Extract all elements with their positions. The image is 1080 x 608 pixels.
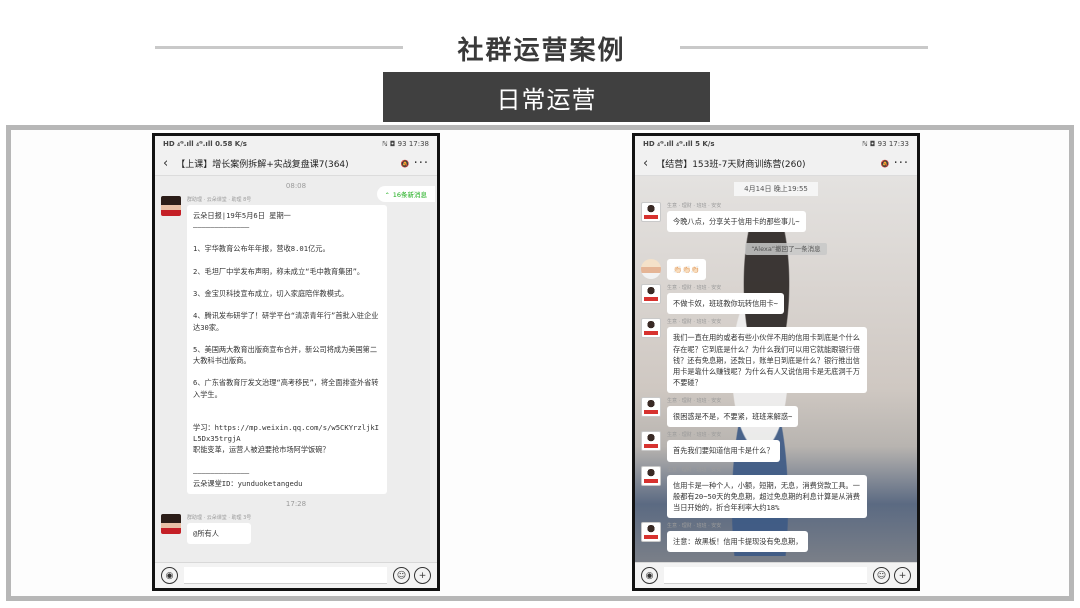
recall-notice-text: “Alexa”撤回了一条消息 xyxy=(745,243,827,256)
chat-message: 生意 · 理财 · 班班 · 安安 我们一直在用的或者有些小伙伴不用的信用卡到底… xyxy=(641,318,911,394)
chat-header: ‹ 【上课】增长案例拆解+实战复盘课7(364) 🔕 ··· xyxy=(155,152,437,176)
sender-name: 生意 · 理财 · 班班 · 安安 xyxy=(667,523,722,530)
avatar[interactable] xyxy=(641,522,661,543)
more-menu-icon[interactable]: ··· xyxy=(894,156,909,171)
new-messages-label: 16条新消息 xyxy=(392,191,427,199)
avatar[interactable] xyxy=(641,465,661,486)
phone-screenshot-left: HD ₄ᴳ.ıll ₄ᴳ.ıll 0.58 K/s ℕ ◘ 93 17:38 ‹… xyxy=(152,133,440,591)
chat-message: 生意 · 理财 · 班班 · 安安 首先我们要知道信用卡是什么？ xyxy=(641,431,911,462)
message-bubble[interactable]: 今晚八点，分享关于信用卡的那些事儿~ xyxy=(667,211,806,233)
message-bubble[interactable]: 云朵日报|19年5月6日 星期一 ————————————— 1、宇华教育公布年… xyxy=(187,205,387,494)
chat-body[interactable]: 08:08 群助理 · 云朵课堂 · 助理 8号 云朵日报|19年5月6日 星期… xyxy=(155,176,437,562)
avatar[interactable] xyxy=(161,513,181,534)
plus-icon[interactable]: + xyxy=(414,567,431,584)
avatar[interactable] xyxy=(641,202,661,222)
input-bar: ◉ ☺ + xyxy=(635,562,917,588)
time-pill: 4月14日 晚上19:55 xyxy=(734,182,818,196)
double-up-arrow-icon: ⌃ xyxy=(384,192,390,199)
status-bar: HD ₄ᴳ.ıll ₄ᴳ.ıll 0.58 K/s ℕ ◘ 93 17:38 xyxy=(155,136,437,152)
title-divider-left xyxy=(155,46,403,49)
slide-subtitle: 日常运营 xyxy=(383,72,710,122)
sender-name: 生意 · 理财 · 班班 · 安安 xyxy=(667,285,722,292)
emoji-icon[interactable]: ☺ xyxy=(393,567,410,584)
status-clock: ℕ ◘ 93 17:33 xyxy=(862,140,909,148)
avatar[interactable] xyxy=(641,431,661,452)
back-arrow-icon[interactable]: ‹ xyxy=(163,156,168,171)
chat-title: 【上课】增长案例拆解+实战复盘课7(364) xyxy=(176,160,349,170)
status-clock: ℕ ◘ 93 17:38 xyxy=(382,140,429,148)
avatar[interactable] xyxy=(641,284,661,305)
message-bubble[interactable]: 我们一直在用的或者有些小伙伴不用的信用卡到底是个什么存在呢？它到底是什么？为什么… xyxy=(667,327,867,394)
slide-title: 社群运营案例 xyxy=(457,36,626,66)
sender-name: 生意 · 理财 · 班班 · 安安 xyxy=(667,319,722,326)
voice-icon[interactable]: ◉ xyxy=(641,567,658,584)
emoji-icon[interactable]: ☺ xyxy=(873,567,890,584)
chat-message: 群助理 · 云朵课堂 · 助理 3号 @所有人 xyxy=(161,513,431,545)
sender-name: 生意 · 理财 · 班班 · 安安 xyxy=(667,432,722,439)
back-arrow-icon[interactable]: ‹ xyxy=(643,156,648,171)
chat-message: 生意 · 理财 · 班班 · 安安 注意：故黑板！信用卡提现没有免息期， xyxy=(641,522,911,553)
chat-message: 👏🏻👏🏻👏🏻 xyxy=(641,259,911,281)
sender-name: 生意 · 理财 · 班班 · 安安 xyxy=(667,203,722,209)
message-timestamp: 17:28 xyxy=(285,499,307,508)
message-bubble[interactable]: 很困惑是不是，不要紧，班班来解惑~ xyxy=(667,406,799,428)
avatar[interactable] xyxy=(161,196,181,216)
chat-message: 生意 · 理财 · 班班 · 安安 信用卡是一种个人，小额，短期，无息，消费贷款… xyxy=(641,465,911,519)
title-divider-right xyxy=(680,46,928,49)
avatar[interactable] xyxy=(641,397,661,418)
chat-message: 生意 · 理财 · 班班 · 安安 很困惑是不是，不要紧，班班来解惑~ xyxy=(641,397,911,428)
message-bubble[interactable]: 👏🏻👏🏻👏🏻 xyxy=(667,259,706,281)
message-bubble[interactable]: 不做卡奴，班班教你玩转信用卡~ xyxy=(667,293,784,315)
sender-name: 生意 · 理财 · 班班 · 安安 xyxy=(667,398,722,405)
status-signal: HD ₄ᴳ.ıll ₄ᴳ.ıll 5 K/s xyxy=(643,140,715,148)
chat-message: 群助理 · 云朵课堂 · 助理 8号 云朵日报|19年5月6日 星期一 ————… xyxy=(161,196,431,494)
message-bubble[interactable]: 注意：故黑板！信用卡提现没有免息期， xyxy=(667,531,809,553)
new-messages-badge[interactable]: ⌃ 16条新消息 xyxy=(376,186,435,202)
recall-notice: “Alexa”撤回了一条消息 xyxy=(655,236,917,256)
sender-name: 群助理 · 云朵课堂 · 助理 8号 xyxy=(187,197,252,203)
message-bubble[interactable]: 信用卡是一种个人，小额，短期，无息，消费贷款工具。一般都有20~50天的免息期，… xyxy=(667,474,867,519)
chat-title: 【结营】153班-7天财商训练营(260) xyxy=(656,160,806,170)
more-menu-icon[interactable]: ··· xyxy=(414,156,429,171)
avatar[interactable] xyxy=(641,318,661,339)
mute-icon: 🔕 xyxy=(880,159,890,168)
plus-icon[interactable]: + xyxy=(894,567,911,584)
status-signal: HD ₄ᴳ.ıll ₄ᴳ.ıll 0.58 K/s xyxy=(163,140,247,148)
chat-message: 生意 · 理财 · 班班 · 安安 不做卡奴，班班教你玩转信用卡~ xyxy=(641,284,911,315)
message-timestamp: 4月14日 晚上19:55 xyxy=(635,182,917,196)
message-bubble[interactable]: @所有人 xyxy=(187,522,252,545)
chat-message: 生意 · 理财 · 班班 · 安安 今晚八点，分享关于信用卡的那些事儿~ xyxy=(641,202,911,233)
sender-name: 群助理 · 云朵课堂 · 助理 3号 xyxy=(187,514,252,521)
chat-body[interactable]: 4月14日 晚上19:55 生意 · 理财 · 班班 · 安安 今晚八点，分享关… xyxy=(635,176,917,562)
sender-name: 生意 · 理财 · 班班 · 安安 xyxy=(667,466,722,473)
input-bar: ◉ ☺ + xyxy=(155,562,437,588)
message-input[interactable] xyxy=(184,567,387,584)
message-input[interactable] xyxy=(664,567,867,584)
mute-icon: 🔕 xyxy=(400,159,410,168)
phone-screenshot-right: HD ₄ᴳ.ıll ₄ᴳ.ıll 5 K/s ℕ ◘ 93 17:33 ‹ 【结… xyxy=(632,133,920,591)
voice-icon[interactable]: ◉ xyxy=(161,567,178,584)
chat-header: ‹ 【结营】153班-7天财商训练营(260) 🔕 ··· xyxy=(635,152,917,176)
avatar[interactable] xyxy=(641,259,661,280)
message-bubble[interactable]: 首先我们要知道信用卡是什么？ xyxy=(667,440,780,462)
status-bar: HD ₄ᴳ.ıll ₄ᴳ.ıll 5 K/s ℕ ◘ 93 17:33 xyxy=(635,136,917,152)
